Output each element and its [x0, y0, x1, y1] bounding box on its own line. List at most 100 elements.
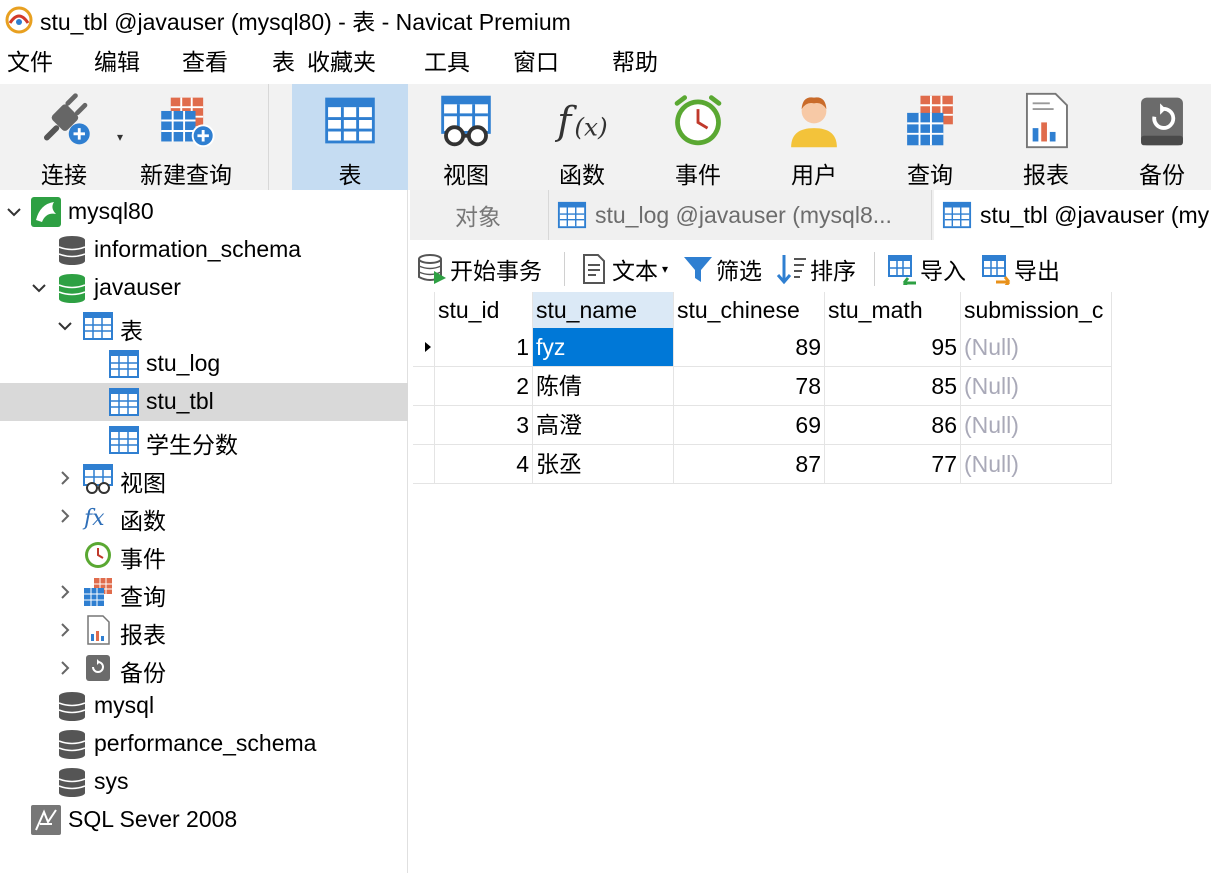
cell-submission[interactable]: (Null)	[961, 328, 1112, 367]
chevron-right-icon[interactable]	[57, 622, 73, 638]
tab-stu-tbl[interactable]: stu_tbl @javauser (my	[934, 190, 1211, 240]
cell-stu-id[interactable]: 3	[435, 406, 533, 445]
menu-favorites[interactable]: 收藏夹	[307, 40, 376, 84]
sort-button[interactable]: 排序	[776, 252, 856, 286]
menu-file[interactable]: 文件	[7, 40, 53, 84]
chevron-down-icon[interactable]	[31, 280, 47, 296]
tree-label: stu_tbl	[146, 388, 214, 414]
query-button[interactable]: 查询	[882, 84, 978, 190]
cell-stu-id[interactable]: 2	[435, 367, 533, 406]
table-label: 表	[338, 162, 362, 188]
column-header[interactable]: stu_id	[435, 292, 533, 328]
svg-text:fx: fx	[82, 506, 105, 531]
cell-stu-math[interactable]: 77	[825, 445, 961, 484]
chevron-down-icon[interactable]: ▾	[662, 262, 668, 276]
column-header[interactable]: stu_math	[825, 292, 961, 328]
table-icon	[109, 426, 139, 454]
navicat-logo-icon	[5, 6, 33, 34]
table-row[interactable]: 1 fyz 89 95 (Null)	[413, 328, 1113, 367]
tree-item-events[interactable]: 事件	[0, 535, 408, 573]
tree-item-mysql80[interactable]: mysql80	[0, 193, 408, 231]
row-selector[interactable]	[413, 445, 435, 484]
query-label: 查询	[907, 162, 953, 188]
tree-item-sys[interactable]: sys	[0, 763, 408, 801]
filter-button[interactable]: 筛选	[682, 252, 762, 286]
tree-item-reports[interactable]: 报表	[0, 611, 408, 649]
menu-edit[interactable]: 编辑	[94, 40, 140, 84]
column-header[interactable]: stu_chinese	[674, 292, 825, 328]
new-query-button[interactable]: 新建查询	[134, 84, 238, 190]
cell-stu-name[interactable]: 陈倩	[533, 367, 674, 406]
menu-window[interactable]: 窗口	[513, 40, 559, 84]
report-button[interactable]: 报表	[998, 84, 1094, 190]
tab-stu-log[interactable]: stu_log @javauser (mysql8...	[548, 190, 932, 240]
function-button[interactable]: f (x) 函数	[534, 84, 630, 190]
begin-transaction-button[interactable]: 开始事务	[416, 252, 542, 286]
tree-item-stu-tbl[interactable]: stu_tbl	[0, 383, 408, 421]
cell-stu-name[interactable]: 高澄	[533, 406, 674, 445]
row-selector[interactable]	[413, 328, 435, 367]
tree-item-tables[interactable]: 表	[0, 307, 408, 345]
backup-button[interactable]: 备份	[1114, 84, 1210, 190]
tree-item-performance-schema[interactable]: performance_schema	[0, 725, 408, 763]
cell-stu-chinese[interactable]: 78	[674, 367, 825, 406]
cell-stu-math[interactable]: 86	[825, 406, 961, 445]
view-button[interactable]: 视图	[418, 84, 514, 190]
tree-label: 视图	[120, 470, 166, 496]
import-button[interactable]: 导入	[886, 252, 966, 286]
menu-help[interactable]: 帮助	[612, 40, 658, 84]
column-header[interactable]: submission_c	[961, 292, 1112, 328]
text-button[interactable]: 文本 ▾	[578, 252, 668, 286]
table-row[interactable]: 4 张丞 87 77 (Null)	[413, 445, 1113, 484]
column-header[interactable]: stu_name	[533, 292, 674, 328]
connect-dropdown-icon[interactable]: ▾	[117, 130, 123, 144]
chevron-right-icon[interactable]	[57, 508, 73, 524]
cell-stu-math[interactable]: 95	[825, 328, 961, 367]
tree-item-functions[interactable]: fx 函数	[0, 497, 408, 535]
user-button[interactable]: 用户	[766, 84, 862, 190]
alarm-clock-icon	[674, 95, 722, 146]
chevron-down-icon[interactable]	[57, 318, 73, 334]
menu-view[interactable]: 查看	[182, 40, 228, 84]
cell-stu-name[interactable]: fyz	[533, 328, 674, 367]
cell-submission[interactable]: (Null)	[961, 445, 1112, 484]
menu-table[interactable]: 表	[272, 40, 295, 84]
tree-item-sql-server[interactable]: SQL Sever 2008	[0, 801, 408, 839]
cell-stu-id[interactable]: 4	[435, 445, 533, 484]
tree-item-stu-log[interactable]: stu_log	[0, 345, 408, 383]
chevron-right-icon[interactable]	[57, 584, 73, 600]
cell-stu-chinese[interactable]: 87	[674, 445, 825, 484]
chevron-right-icon[interactable]	[57, 660, 73, 676]
user-label: 用户	[791, 162, 837, 188]
tree-item-mysql[interactable]: mysql	[0, 687, 408, 725]
tab-objects[interactable]: 对象	[410, 190, 546, 240]
export-button[interactable]: 导出	[980, 252, 1060, 286]
cell-stu-math[interactable]: 85	[825, 367, 961, 406]
row-selector[interactable]	[413, 406, 435, 445]
tree-label: stu_log	[146, 350, 221, 376]
tree-item-information-schema[interactable]: information_schema	[0, 231, 408, 269]
function-fx-icon: fx	[82, 506, 105, 531]
cell-stu-chinese[interactable]: 89	[674, 328, 825, 367]
table-button[interactable]: 表	[292, 84, 408, 190]
tree-item-views[interactable]: 视图	[0, 459, 408, 497]
tree-item-javauser[interactable]: javauser	[0, 269, 408, 307]
tree-item-score-table[interactable]: 学生分数	[0, 421, 408, 459]
cell-submission[interactable]: (Null)	[961, 406, 1112, 445]
tree-item-backups[interactable]: 备份	[0, 649, 408, 687]
tree-item-queries[interactable]: 查询	[0, 573, 408, 611]
table-row[interactable]: 2 陈倩 78 85 (Null)	[413, 367, 1113, 406]
menu-tools[interactable]: 工具	[424, 40, 470, 84]
event-button[interactable]: 事件	[650, 84, 746, 190]
table-row[interactable]: 3 高澄 69 86 (Null)	[413, 406, 1113, 445]
chevron-right-icon[interactable]	[57, 470, 73, 486]
tree-label: performance_schema	[94, 730, 317, 756]
cell-stu-chinese[interactable]: 69	[674, 406, 825, 445]
cell-stu-name[interactable]: 张丞	[533, 445, 674, 484]
cell-submission[interactable]: (Null)	[961, 367, 1112, 406]
cell-stu-id[interactable]: 1	[435, 328, 533, 367]
alarm-clock-icon	[85, 542, 111, 568]
chevron-down-icon[interactable]	[6, 204, 22, 220]
row-selector[interactable]	[413, 367, 435, 406]
connect-button[interactable]: 连接	[22, 84, 106, 190]
